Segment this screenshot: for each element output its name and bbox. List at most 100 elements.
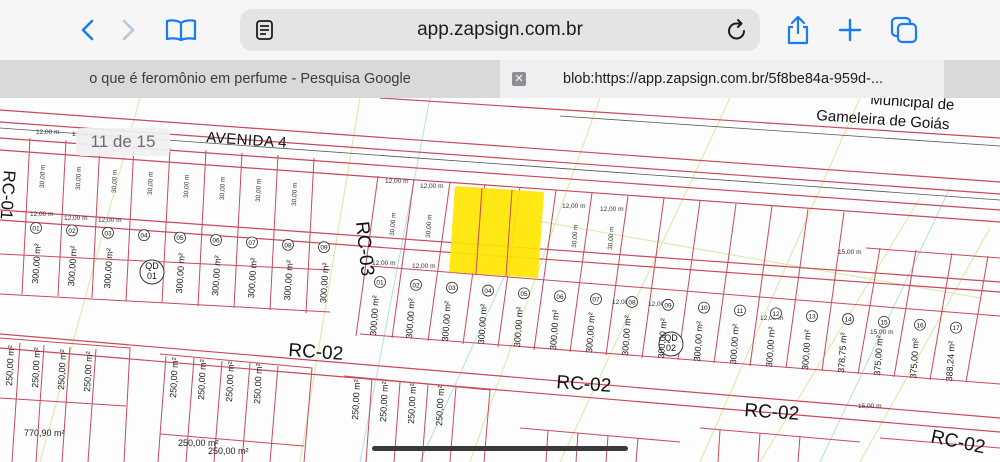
- dim-label: 30,00 m: [425, 214, 434, 238]
- lot-number: 15: [880, 319, 888, 326]
- area-label: 250,00 m²: [208, 446, 249, 456]
- tab-bar: o que é feromônio em perfume - Pesquisa …: [0, 60, 1000, 98]
- lot-area: 375,00 m²: [872, 335, 885, 376]
- lot-area: 300,00 m²: [800, 329, 813, 370]
- upper-lot-row: 01 300,00 m² 02 300,00 m² 03 300,00 m² 04 05 300…: [30, 222, 331, 303]
- lot-number: 08: [628, 299, 636, 306]
- lot-number: 05: [520, 291, 528, 298]
- share-icon[interactable]: [781, 14, 815, 46]
- dim-label: 12,00 m: [562, 203, 586, 210]
- dim-label: 15,00 m: [858, 403, 882, 410]
- lot-area: 250,00 m²: [168, 357, 180, 398]
- lot-number: 14: [844, 317, 852, 324]
- lot-area: 250,00 m²: [350, 379, 362, 420]
- tab-title: o que é feromônio em perfume - Pesquisa …: [89, 71, 411, 87]
- dim-label: 30,00 m: [147, 171, 155, 195]
- street-label-rc-02: RC-02: [288, 340, 344, 365]
- chevron-left-icon[interactable]: [70, 14, 104, 46]
- plus-icon[interactable]: [833, 14, 867, 46]
- book-icon[interactable]: [164, 14, 198, 46]
- home-indicator[interactable]: [372, 446, 628, 451]
- dim-label: 15,00 m: [838, 249, 862, 256]
- dim-label: 30,00 m: [571, 224, 580, 248]
- lot-number: 01: [32, 226, 40, 233]
- lot-area: 300,00 m²: [318, 262, 331, 303]
- svg-text:QD: QD: [145, 261, 159, 271]
- dim-label: 30,00 m: [111, 169, 119, 193]
- street-label-rc-02: RC-02: [556, 372, 612, 397]
- tab-google-search[interactable]: o que é feromônio em perfume - Pesquisa …: [0, 60, 500, 98]
- lot-number: 13: [808, 314, 816, 321]
- lot-area: 250,00 m²: [378, 381, 390, 422]
- svg-text:02: 02: [666, 343, 676, 353]
- tab-zapsign[interactable]: ✕ blob:https://app.zapsign.com.br/5f8be8…: [500, 60, 944, 98]
- lot-area: 300,00 m²: [548, 309, 561, 350]
- dim-label: 15,00 m: [870, 329, 894, 336]
- dim-label: 12,00 m: [64, 215, 88, 222]
- lot-area: 300,00 m²: [174, 253, 187, 294]
- dim-label: 12,00 m: [98, 217, 122, 224]
- lot-number: 17: [952, 325, 960, 332]
- lot-number: 01: [376, 280, 384, 287]
- dim-label: 12,00 m: [420, 183, 444, 190]
- lot-area: 388,24 m²: [944, 341, 957, 382]
- lot-area: 300,00 m²: [476, 304, 489, 345]
- street-label-rc-02: RC-02: [929, 426, 987, 458]
- lot-area: 300,00 m²: [692, 321, 705, 362]
- street-label-avenida-4: AVENIDA 4: [206, 129, 288, 152]
- dim-label: 30,00 m: [183, 174, 191, 198]
- lot-area: 300,00 m²: [30, 243, 43, 284]
- browser-toolbar: app.zapsign.com.br: [0, 0, 1000, 60]
- block-qd-01: QD 01: [139, 259, 165, 285]
- reload-icon[interactable]: [726, 18, 748, 42]
- lot-number: 09: [320, 245, 328, 252]
- lot-area: 300,00 m²: [404, 298, 417, 339]
- highlighted-lots: [449, 186, 544, 278]
- dim-label: 12,00 m: [385, 178, 409, 185]
- lot-number: 07: [592, 297, 600, 304]
- close-icon[interactable]: ✕: [512, 72, 526, 86]
- dim-label: 30,00 m: [291, 182, 299, 206]
- dim-label: 12,00 m: [412, 263, 436, 270]
- lot-area: 250,00 m²: [30, 347, 42, 388]
- dim-label: 30,00 m: [607, 226, 616, 250]
- dim-label: 30,00 m: [39, 164, 47, 188]
- area-label: 770,90 m²: [24, 428, 65, 438]
- lot-area: 300,00 m²: [728, 324, 741, 365]
- lot-area: 300,00 m²: [102, 248, 115, 289]
- lot-area: 300,00 m²: [66, 245, 79, 286]
- lot-number: 02: [68, 228, 76, 235]
- lot-number: 09: [664, 302, 672, 309]
- pdf-viewer[interactable]: 12,00 m 12,00 m 12,00 m 12,00 m 12,00 m …: [0, 98, 1000, 462]
- lot-area: 250,00 m²: [434, 385, 446, 426]
- lot-number: 04: [140, 233, 148, 240]
- lot-number: 11: [737, 308, 744, 315]
- dim-label: 12,00 m: [600, 206, 624, 213]
- lot-area: 250,00 m²: [406, 383, 418, 424]
- dim-label: 30,00 m: [75, 166, 83, 190]
- tabs-icon[interactable]: [887, 14, 921, 46]
- lot-number: 12: [772, 311, 780, 318]
- lot-area: 250,00 m²: [196, 359, 208, 400]
- lot-area: 250,00 m²: [56, 349, 68, 390]
- street-label-rc-01: RC-01: [0, 170, 19, 220]
- lot-number: 10: [700, 305, 708, 312]
- svg-text:01: 01: [147, 271, 157, 281]
- lot-area: 300,00 m²: [368, 295, 381, 336]
- url-text: app.zapsign.com.br: [417, 19, 583, 40]
- lot-area: 300,00 m²: [440, 301, 453, 342]
- lot-area: 300,00 m²: [620, 315, 633, 356]
- lot-area: 300,00 m²: [210, 255, 223, 296]
- lot-number: 16: [916, 322, 924, 329]
- dim-label: 30,00 m: [389, 212, 398, 236]
- tab-title: blob:https://app.zapsign.com.br/5f8be84a…: [563, 71, 884, 87]
- lot-number: 03: [104, 230, 112, 237]
- lot-area: 378,75 m²: [836, 332, 849, 373]
- lot-number: 04: [484, 288, 492, 295]
- address-bar[interactable]: app.zapsign.com.br: [240, 9, 760, 51]
- lot-area: 300,00 m²: [246, 257, 259, 298]
- lot-area: 300,00 m²: [282, 260, 295, 301]
- chevron-right-icon[interactable]: [112, 14, 146, 46]
- lot-number: 06: [212, 238, 220, 245]
- street-label-rc-03: RC-03: [351, 220, 378, 277]
